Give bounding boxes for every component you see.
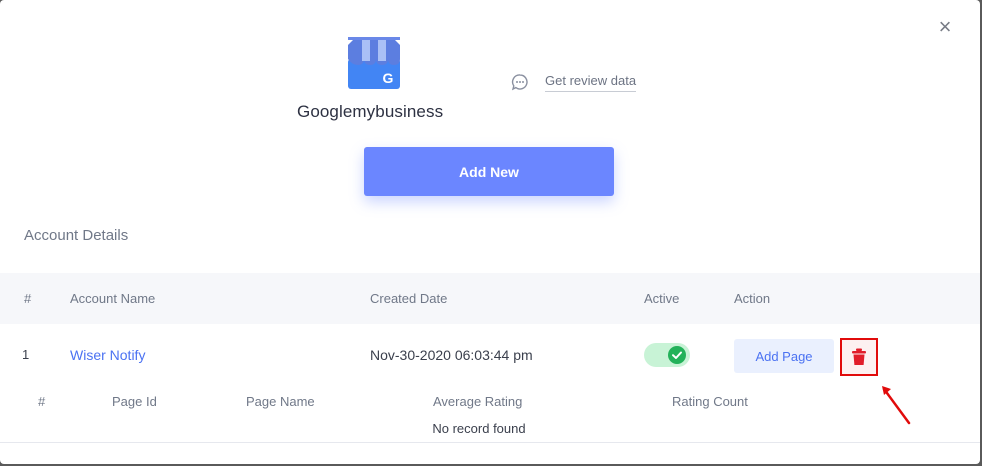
brand-name: Googlemybusiness xyxy=(297,102,444,121)
add-page-button[interactable]: Add Page xyxy=(734,339,834,373)
toggle-knob xyxy=(668,346,686,364)
add-new-button[interactable]: Add New xyxy=(364,147,614,196)
column-header-account-name: Account Name xyxy=(70,291,156,306)
account-modal: × G Googlemybusiness Get review data Add… xyxy=(0,0,980,464)
sub-column-header-average-rating: Average Rating xyxy=(433,394,523,409)
sub-column-header-page-name: Page Name xyxy=(246,394,315,409)
annotation-arrow-icon xyxy=(882,386,911,425)
accounts-table-header: # Account Name Created Date Active Actio… xyxy=(0,273,980,324)
trash-icon xyxy=(852,348,866,365)
sub-column-header-rating-count: Rating Count xyxy=(672,394,748,409)
column-header-index: # xyxy=(24,291,32,306)
column-header-action: Action xyxy=(734,291,771,306)
close-button[interactable]: × xyxy=(936,16,954,38)
divider xyxy=(0,442,980,443)
check-icon xyxy=(672,351,682,359)
row-index: 1 xyxy=(22,347,30,362)
google-my-business-icon: G xyxy=(348,37,400,89)
section-title: Account Details xyxy=(24,227,129,244)
chat-bubble-icon xyxy=(511,74,528,91)
delete-button[interactable] xyxy=(840,338,878,376)
svg-text:G: G xyxy=(383,70,394,86)
empty-state-text: No record found xyxy=(432,421,526,436)
column-header-active: Active xyxy=(644,291,680,306)
created-date: Nov-30-2020 06:03:44 pm xyxy=(370,347,533,363)
active-toggle[interactable] xyxy=(644,343,690,367)
get-review-data-label: Get review data xyxy=(545,73,637,92)
sub-column-header-page-id: Page Id xyxy=(112,394,157,409)
get-review-data-link[interactable]: Get review data xyxy=(511,71,637,93)
account-name-link[interactable]: Wiser Notify xyxy=(70,347,145,363)
column-header-created-date: Created Date xyxy=(370,291,448,306)
sub-column-header-index: # xyxy=(38,394,46,409)
